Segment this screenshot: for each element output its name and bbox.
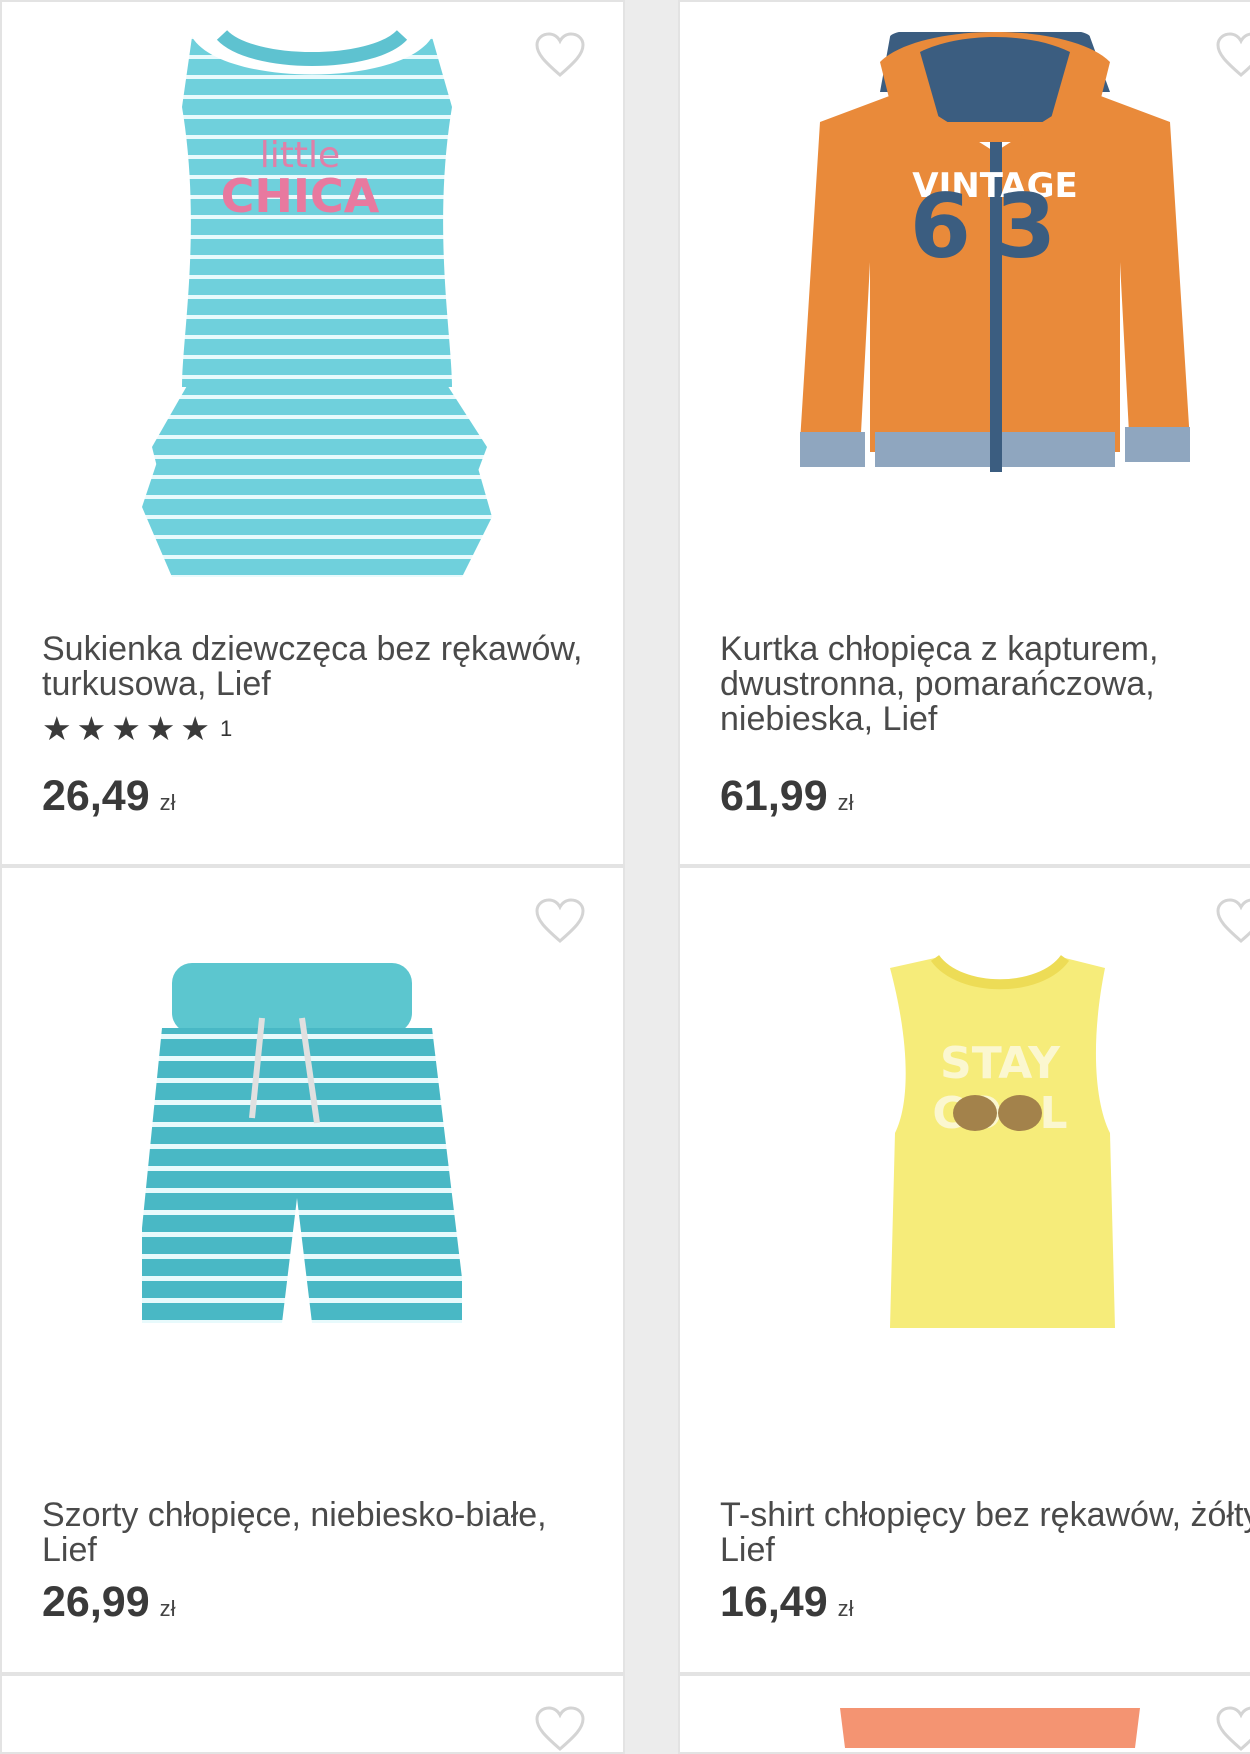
price: 26,49 zł: [42, 772, 176, 821]
heart-outline-icon[interactable]: [1216, 1706, 1250, 1752]
price-amount: 26,99: [42, 1578, 150, 1626]
product-image-shorts[interactable]: [142, 958, 472, 1338]
heart-outline-icon[interactable]: [535, 898, 585, 944]
star-icon: ★: [111, 710, 141, 747]
product-title[interactable]: T-shirt chłopięcy bez rękawów, żółty, Li…: [720, 1498, 1250, 1568]
product-card[interactable]: [678, 1674, 1250, 1754]
price: 16,49 zł: [720, 1578, 854, 1627]
product-card[interactable]: little CHICA Sukienka dziewczęca bez ręk…: [0, 0, 625, 866]
rating-count: 1: [219, 715, 233, 741]
rating: ★ ★ ★ ★ ★ 1: [42, 712, 232, 745]
jacket-print-text-2: 63: [910, 175, 1080, 278]
price-currency: zł: [159, 1596, 176, 1621]
price-currency: zł: [837, 1596, 854, 1621]
tshirt-print-text-1: STAY: [940, 1038, 1061, 1089]
star-icon: ★: [180, 710, 210, 747]
price-amount: 61,99: [720, 772, 828, 820]
heart-outline-icon[interactable]: [1216, 898, 1250, 944]
star-icon: ★: [76, 710, 107, 747]
product-card[interactable]: [0, 1674, 625, 1754]
product-card[interactable]: VINTAGE 63 Kurtka chłopięca z kapturem, …: [678, 0, 1250, 866]
dress-print-text-2: CHICA: [221, 169, 380, 223]
product-title[interactable]: Sukienka dziewczęca bez rękawów, turkuso…: [42, 632, 602, 702]
price: 26,99 zł: [42, 1578, 176, 1627]
product-card[interactable]: STAY COOL T-shirt chłopięcy bez rękawów,…: [678, 866, 1250, 1674]
product-image-dress[interactable]: little CHICA: [132, 27, 502, 597]
product-title[interactable]: Kurtka chłopięca z kapturem, dwustronna,…: [720, 632, 1250, 737]
product-card[interactable]: Szorty chłopięce, niebiesko-białe, Lief …: [0, 866, 625, 1674]
heart-outline-icon[interactable]: [535, 32, 585, 78]
price-currency: zł: [159, 790, 176, 815]
product-image-tshirt[interactable]: STAY COOL: [880, 953, 1120, 1333]
star-icon: ★: [42, 710, 72, 747]
heart-outline-icon[interactable]: [1216, 32, 1250, 78]
price-currency: zł: [837, 790, 854, 815]
product-image-jacket[interactable]: VINTAGE 63: [790, 32, 1200, 482]
product-image-partial[interactable]: [840, 1708, 1140, 1748]
price-amount: 26,49: [42, 772, 150, 820]
heart-outline-icon[interactable]: [535, 1706, 585, 1752]
product-title[interactable]: Szorty chłopięce, niebiesko-białe, Lief: [42, 1498, 602, 1568]
star-icon: ★: [145, 710, 176, 747]
price-amount: 16,49: [720, 1578, 828, 1626]
price: 61,99 zł: [720, 772, 854, 821]
